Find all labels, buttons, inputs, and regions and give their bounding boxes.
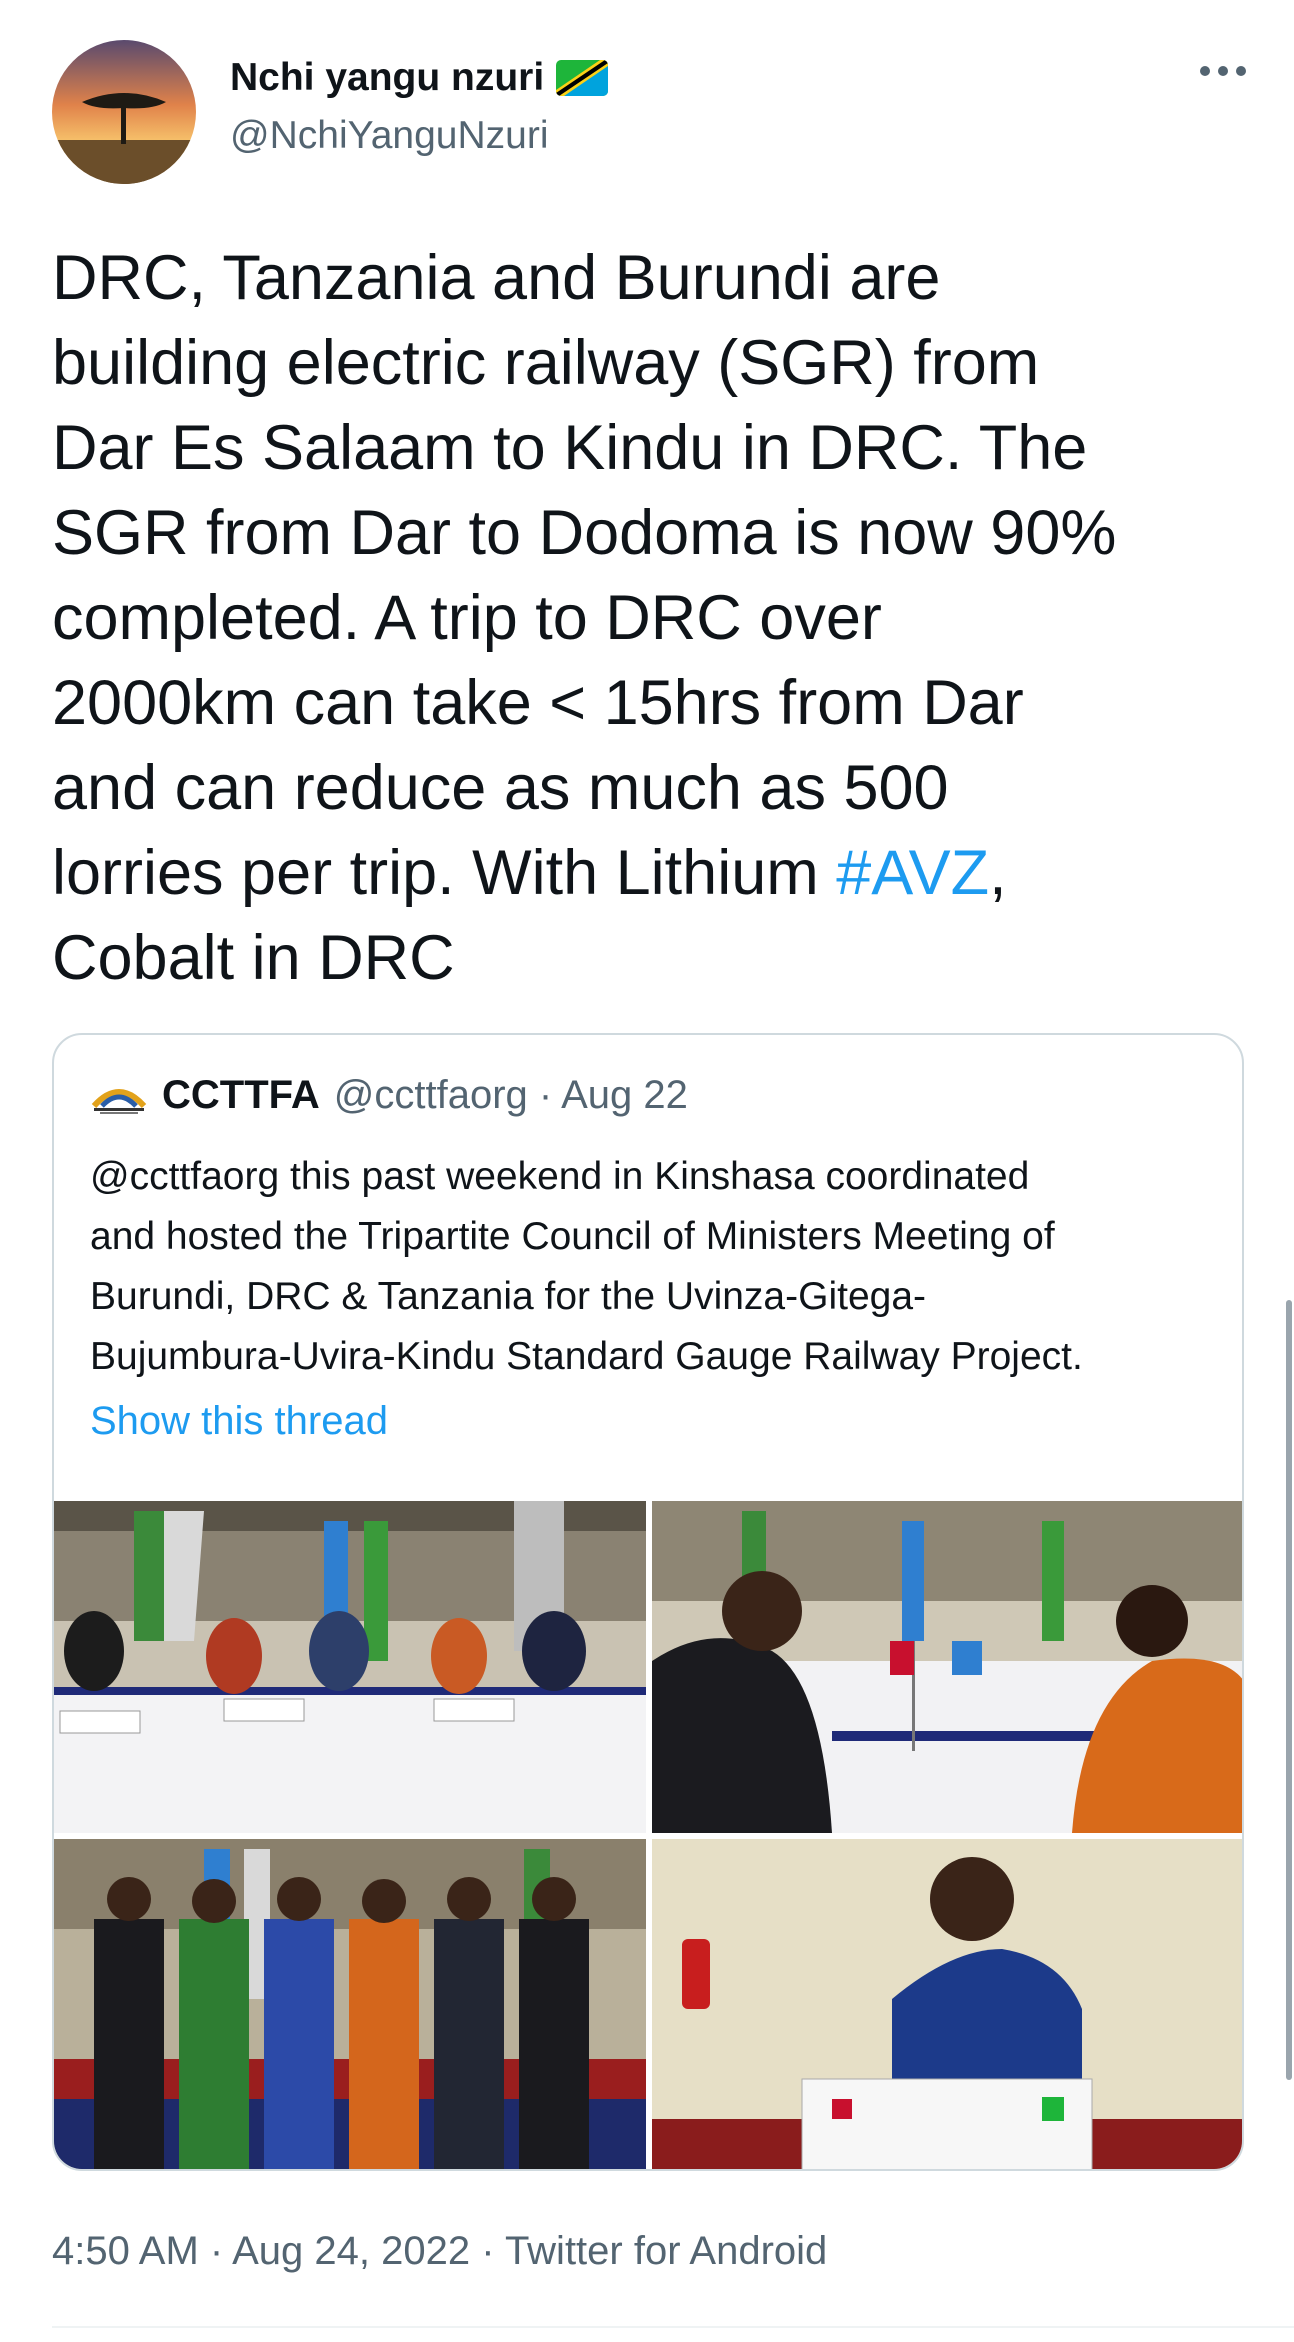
quoted-tweet-card[interactable]: CCTTFA @ccttfaorg · Aug 22 @ccttfaorg th…	[52, 1033, 1244, 2171]
avatar[interactable]	[52, 40, 196, 184]
meta-separator: ·	[470, 2229, 505, 2273]
tanzania-flag-icon	[556, 60, 609, 96]
ccttfa-logo-icon	[91, 1088, 147, 1114]
tweet-line: Cobalt in DRC	[52, 923, 455, 993]
author-handle[interactable]: @NchiYanguNzuri	[230, 112, 549, 160]
divider	[52, 2326, 1294, 2328]
quoted-text: @ccttfaorg this past weekend in Kinshasa…	[90, 1155, 1083, 1378]
show-thread-link[interactable]: Show this thread	[90, 1399, 388, 1444]
quoted-author-name[interactable]: CCTTFA	[162, 1073, 320, 1118]
quoted-author-handle[interactable]: @ccttfaorg	[334, 1073, 528, 1117]
hashtag-link[interactable]: #AVZ	[836, 838, 989, 908]
meta-separator: ·	[527, 1073, 562, 1117]
tweet-date[interactable]: Aug 24, 2022	[232, 2229, 470, 2273]
scrollbar[interactable]	[1286, 1300, 1292, 2080]
tweet-line: completed. A trip to DRC over	[52, 583, 882, 653]
meeting-table-photo[interactable]	[54, 1501, 646, 1833]
signing-photo[interactable]	[652, 1501, 1242, 1833]
tweet-line: and can reduce as much as 500	[52, 753, 949, 823]
acacia-sunset-avatar-image	[52, 40, 196, 184]
tweet-line: SGR from Dar to Dodoma is now 90%	[52, 498, 1117, 568]
podium-speaker-photo[interactable]	[652, 1839, 1242, 2169]
tweet-line: building electric railway (SGR) from	[52, 328, 1040, 398]
tweet-line: lorries per trip. With Lithium	[52, 838, 837, 908]
author-name[interactable]: Nchi yangu nzuri	[230, 54, 544, 102]
tweet-text: DRC, Tanzania and Burundi are building e…	[52, 236, 1252, 1001]
tweet-time[interactable]: 4:50 AM	[52, 2229, 199, 2273]
tweet-punctuation: ,	[989, 838, 1007, 908]
tweet-line: 2000km can take < 15hrs from Dar	[52, 668, 1024, 738]
group-photo[interactable]	[54, 1839, 646, 2169]
tweet-line: Dar Es Salaam to Kindu in DRC. The	[52, 413, 1088, 483]
tweet-client[interactable]: Twitter for Android	[505, 2229, 827, 2273]
photo-grid	[54, 1501, 1242, 2169]
tweet-line: DRC, Tanzania and Burundi are	[52, 243, 941, 313]
meta-separator: ·	[198, 2229, 233, 2273]
tweet-metadata: 4:50 AM · Aug 24, 2022 · Twitter for And…	[52, 2226, 827, 2276]
quoted-date[interactable]: Aug 22	[561, 1073, 688, 1117]
more-options-icon[interactable]	[1200, 66, 1246, 76]
